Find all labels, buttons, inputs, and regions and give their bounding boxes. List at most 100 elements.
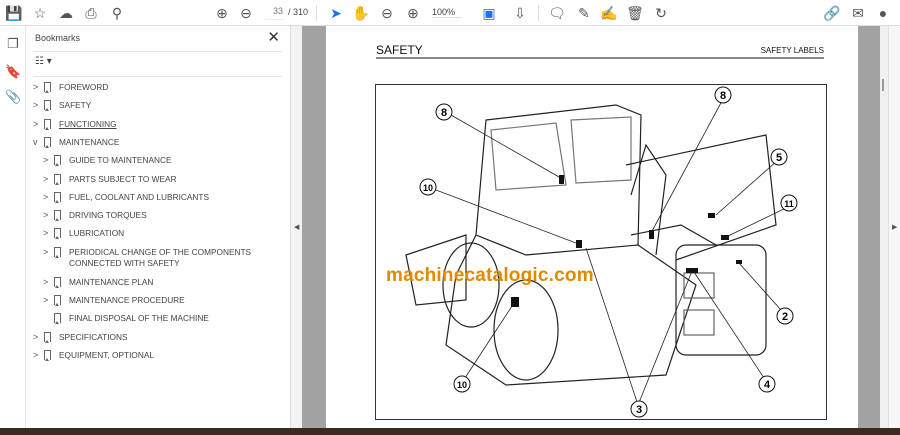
chevron-right-icon[interactable]: > (43, 228, 52, 239)
bookmark-item[interactable]: v MAINTENANCE (33, 136, 119, 148)
chevron-right-icon[interactable]: > (43, 210, 52, 221)
bookmark-label: DRIVING TORQUES (69, 210, 147, 221)
pages-icon[interactable]: ❐ (5, 36, 21, 52)
callout-number: 5 (776, 152, 782, 164)
zoom-in-icon[interactable]: ⊕ (404, 4, 422, 22)
bookmark-icon (54, 295, 61, 306)
bookmark-item[interactable]: > GUIDE TO MAINTENANCE (43, 155, 172, 167)
bookmark-label: EQUIPMENT, OPTIONAL (59, 349, 154, 360)
current-page-input[interactable]: 33 (265, 6, 283, 20)
attachment-icon[interactable]: 📎 (5, 89, 21, 105)
bookmark-label: SAFETY (59, 100, 92, 111)
callout-number: 10 (457, 380, 467, 390)
zoom-out-icon[interactable]: ⊖ (378, 4, 396, 22)
callout-number: 2 (782, 311, 788, 323)
bookmark-icon (54, 246, 61, 258)
bookmark-item[interactable]: FINAL DISPOSAL OF THE MACHINE (43, 313, 209, 325)
bookmark-label: FOREWORD (59, 82, 109, 92)
scroll-mode-icon[interactable]: ⇩ (511, 4, 529, 22)
pdf-page: SAFETY SAFETY LABELS 8 8 10 5 11 2 10 4 … (326, 26, 858, 428)
sign-icon[interactable]: ✍ (600, 4, 618, 22)
chevron-right-icon[interactable]: > (43, 155, 52, 166)
search-zoom-icon[interactable]: ⚲ (108, 4, 126, 22)
email-icon[interactable]: ✉ (849, 4, 867, 22)
bookmark-label: FINAL DISPOSAL OF THE MACHINE (69, 313, 209, 324)
bookmark-icon (44, 331, 51, 343)
watermark-text: machinecatalogic.com (386, 265, 594, 286)
scrollbar-thumb[interactable] (882, 79, 884, 91)
total-pages: / 310 (288, 7, 309, 17)
account-icon[interactable]: ● (874, 4, 892, 22)
bookmark-options-button[interactable]: ☷ ▾ (35, 56, 52, 67)
chevron-right-icon[interactable]: > (43, 277, 52, 288)
chevron-right-icon[interactable]: > (43, 192, 52, 203)
left-nav-rail: ❐ 🔖 📎 (0, 26, 26, 428)
taskbar-strip (0, 428, 900, 435)
bookmark-label: FUEL, COOLANT AND LUBRICANTS (69, 191, 210, 202)
bookmark-label: FUNCTIONING (59, 118, 117, 129)
bookmark-label: MAINTENANCE PROCEDURE (69, 295, 185, 305)
bookmark-item[interactable]: > DRIVING TORQUES (43, 210, 147, 222)
callout-number: 10 (423, 183, 433, 193)
bookmark-item[interactable]: > SPECIFICATIONS (33, 331, 128, 343)
bookmark-label: MAINTENANCE PLAN (69, 276, 154, 287)
bookmark-item[interactable]: > MAINTENANCE PROCEDURE (43, 295, 185, 306)
comment-icon[interactable]: 🗨 (548, 4, 566, 22)
chevron-right-icon[interactable]: > (33, 350, 42, 361)
chevron-right-icon[interactable]: > (33, 332, 42, 343)
panel-title: Bookmarks (35, 33, 81, 43)
chevron-right-icon[interactable]: > (33, 119, 42, 130)
chevron-right-icon[interactable]: > (33, 82, 42, 93)
skid-steer-drawing: 8 8 10 5 11 2 10 4 3 (405, 86, 798, 418)
bookmark-item[interactable]: > FOREWORD (33, 82, 108, 93)
chevron-right-icon[interactable]: > (43, 295, 52, 306)
safety-labels-illustration: 8 8 10 5 11 2 10 4 3 machinecatalogic.com (375, 84, 827, 420)
bookmark-item[interactable]: > EQUIPMENT, OPTIONAL (33, 349, 154, 361)
bookmark-icon (54, 173, 61, 185)
bookmark-icon (44, 136, 51, 148)
highlight-pen-icon[interactable]: ✎ (575, 4, 593, 22)
select-cursor-icon[interactable]: ➤ (327, 4, 345, 22)
bookmarks-panel: Bookmarks ✕ ☷ ▾ > FOREWORD > SAFETY > FUNCTIO… (26, 26, 290, 428)
bookmark-icon (54, 228, 61, 240)
fit-page-icon[interactable]: ▣ (480, 4, 498, 22)
page-header-section: SAFETY LABELS (760, 46, 824, 55)
toolbar: 💾 ☆ ☁ ⎙ ⚲ ⊕ ⊖ 33 / 310 ➤ ✋ ⊖ ⊕ 100% ▣ ⇩ … (0, 0, 900, 26)
rotate-icon[interactable]: ↻ (652, 4, 670, 22)
bookmark-item[interactable]: > PARTS SUBJECT TO WEAR (43, 173, 177, 185)
save-icon[interactable]: 💾 (5, 4, 23, 22)
delete-icon[interactable]: 🗑 (626, 4, 644, 22)
bookmark-label: SPECIFICATIONS (59, 331, 128, 342)
bookmark-icon (54, 191, 61, 203)
page-down-icon[interactable]: ⊖ (237, 4, 255, 22)
hand-icon[interactable]: ✋ (352, 4, 370, 22)
bookmark-item[interactable]: > PERIODICAL CHANGE OF THE COMPONENTS CONN… (43, 246, 252, 269)
vertical-scrollbar[interactable] (880, 26, 888, 428)
chevron-right-icon[interactable]: > (43, 247, 52, 258)
bookmark-item[interactable]: > MAINTENANCE PLAN (43, 276, 154, 288)
bookmark-icon (44, 118, 51, 130)
right-panel-expand-handle[interactable]: ▶ (888, 26, 900, 428)
chevron-down-icon[interactable]: v (33, 137, 42, 148)
callout-number: 3 (636, 404, 642, 416)
chevron-right-icon[interactable]: > (43, 174, 52, 185)
close-icon[interactable]: ✕ (267, 28, 280, 46)
upload-cloud-icon[interactable]: ☁ (57, 4, 75, 22)
bookmark-star-icon[interactable]: ☆ (31, 4, 49, 22)
bookmark-item[interactable]: > FUEL, COOLANT AND LUBRICANTS (43, 191, 210, 203)
callout-number: 8 (441, 107, 447, 119)
bookmark-icon (44, 100, 51, 112)
zoom-level-select[interactable]: 100% (432, 7, 462, 18)
panel-collapse-handle[interactable]: ◀ (290, 26, 302, 428)
page-up-icon[interactable]: ⊕ (213, 4, 231, 22)
callout-number: 8 (720, 90, 726, 102)
print-icon[interactable]: ⎙ (82, 4, 100, 22)
bookmark-item[interactable]: > FUNCTIONING (33, 118, 117, 130)
chevron-right-icon[interactable]: > (33, 100, 42, 111)
bookmark-item[interactable]: > SAFETY (33, 100, 92, 112)
bookmark-label: PERIODICAL CHANGE OF THE COMPONENTS CONNE… (69, 246, 252, 268)
bookmarks-icon[interactable]: 🔖 (5, 64, 21, 80)
share-link-icon[interactable]: 🔗 (823, 4, 841, 22)
bookmark-item[interactable]: > LUBRICATION (43, 228, 124, 240)
document-viewport: SAFETY SAFETY LABELS 8 8 10 5 11 2 10 4 … (302, 26, 880, 428)
